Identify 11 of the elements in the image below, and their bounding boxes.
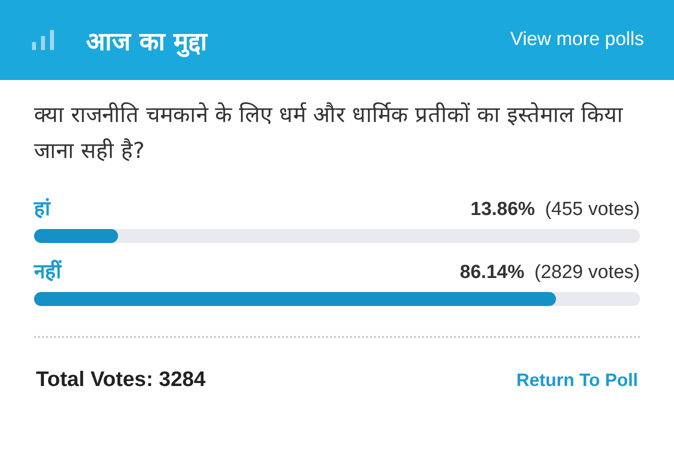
total-votes: Total Votes: 3284: [36, 368, 206, 392]
option-percentage: 86.14%: [460, 262, 524, 283]
option-label: नहीं: [34, 258, 61, 284]
poll-question: क्या राजनीति चमकाने के लिए धर्म और धार्मिक प्रतीकों का इस्तेमाल किया जाना सही है?: [34, 101, 624, 166]
view-more-polls-link[interactable]: View more polls: [510, 29, 644, 51]
poll-title: आज का मुद्दा: [86, 26, 209, 57]
option-vote-count: (2829 votes): [534, 262, 640, 283]
option-percentage: 13.86%: [470, 199, 535, 220]
option-label: हां: [34, 195, 50, 221]
return-to-poll-link[interactable]: Return To Poll: [516, 370, 638, 390]
option-vote-count: (455 votes): [544, 199, 640, 220]
